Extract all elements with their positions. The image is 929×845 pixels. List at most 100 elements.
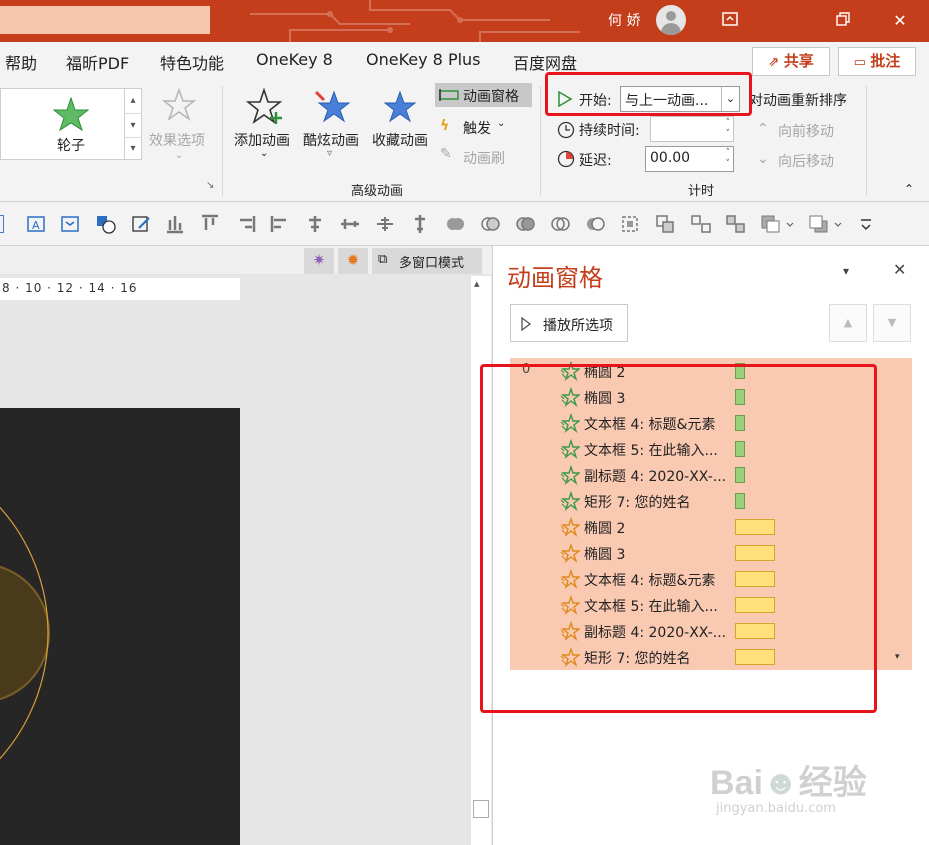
title-bar: 何 娇 ✕ (0, 0, 929, 42)
restore-icon[interactable] (830, 8, 856, 34)
pane-title: 动画窗格 (507, 264, 603, 292)
delay-clock-icon (557, 150, 575, 168)
align-left-icon[interactable] (270, 214, 290, 234)
ruler-labels: 8 · 10 · 12 · 14 · 16 (2, 281, 138, 295)
align-bottom-icon[interactable] (165, 214, 185, 234)
highlight-start-box (545, 72, 752, 116)
vertical-textbox-icon[interactable] (60, 214, 80, 234)
slide-canvas[interactable] (0, 408, 240, 845)
move-later-button[interactable]: 向后移动 (778, 151, 834, 171)
decorative-circuit-pattern (250, 0, 580, 42)
stepper-icon[interactable]: ˄ ˅ (726, 148, 731, 170)
align-top-icon[interactable] (200, 214, 220, 234)
chevron-down-icon[interactable]: ▾ (125, 113, 141, 137)
regroup-icon[interactable] (725, 214, 745, 234)
cool-animation-icon (314, 90, 351, 123)
cool-animation-button[interactable]: 酷炫动画 (303, 130, 359, 150)
collapse-ribbon-icon[interactable]: ⌃ (904, 182, 914, 196)
share-icon: ⇗ (768, 55, 784, 70)
avatar[interactable] (656, 5, 686, 35)
textbox-icon[interactable]: A (26, 214, 46, 234)
chevron-down-icon: ⌄ (757, 151, 769, 167)
effect-wheel-label[interactable]: 轮子 (57, 135, 85, 155)
play-selected-label: 播放所选项 (543, 318, 613, 334)
group-icon[interactable] (655, 214, 675, 234)
baidu-url-text: jingyan.baidu.com (716, 801, 836, 816)
subtract-shapes-icon[interactable] (585, 214, 605, 234)
bring-forward-icon[interactable] (760, 214, 796, 234)
menu-bar: 帮助 福昕PDF 特色功能 OneKey 8 OneKey 8 Plus 百度网… (0, 42, 929, 78)
pane-options-icon[interactable]: ▾ (843, 264, 849, 278)
close-icon[interactable]: ✕ (887, 8, 913, 34)
intersect-shapes-icon[interactable] (550, 214, 570, 234)
fragment-shapes-icon[interactable] (515, 214, 535, 234)
play-icon (521, 317, 531, 331)
effect-gallery: 轮子 (0, 88, 125, 160)
dialog-launcher-icon[interactable]: ↘ (206, 180, 214, 191)
animation-pane-button[interactable]: 动画窗格 (435, 83, 532, 107)
gear-icon[interactable]: ✹ (338, 248, 368, 274)
edit-shape-icon[interactable] (131, 214, 151, 234)
distribute-vertical-icon[interactable] (410, 214, 430, 234)
trigger-button[interactable]: 触发 (463, 118, 491, 138)
distribute-horizontal-icon[interactable] (340, 214, 360, 234)
align-right-icon[interactable] (236, 214, 256, 234)
favorite-animation-button[interactable]: 收藏动画 (372, 130, 428, 150)
highlight-list-box (480, 364, 877, 713)
share-button[interactable]: ⇗ 共享 (752, 47, 830, 76)
scroll-thumb[interactable] (473, 800, 489, 818)
move-up-button[interactable]: ▲ (829, 304, 867, 342)
chevron-up-icon[interactable]: ▴ (125, 89, 141, 113)
shape-icon[interactable] (0, 215, 4, 233)
slide-editing-area: ✷ ✹ ⧉ 多窗口模式 8 · 10 · 12 · 14 · 16 ▴ (0, 246, 492, 845)
gallery-scroll[interactable]: ▴ ▾ ▾ (124, 88, 142, 160)
effect-options-button[interactable]: 效果选项 (149, 130, 205, 150)
tab-baidu-netdisk[interactable]: 百度网盘 (513, 50, 577, 74)
toolbar-more-icon[interactable] (858, 214, 878, 234)
ribbon: 轮子 ▴ ▾ ▾ 效果选项 ⌄ ↘ 添加动画 ⌄ 酷炫动画 ▿ 收藏动画 动画窗… (0, 72, 929, 202)
title-text-field[interactable] (0, 6, 210, 34)
play-selected-button[interactable]: 播放所选项 (510, 304, 628, 342)
user-name: 何 娇 (608, 13, 641, 29)
selection-pane-icon[interactable] (620, 214, 640, 234)
multi-window-button[interactable]: ⧉ 多窗口模式 (372, 248, 482, 274)
tab-foxit-pdf[interactable]: 福昕PDF (66, 50, 129, 74)
send-backward-icon[interactable] (808, 214, 844, 234)
delay-input[interactable]: 00.00 ˄ ˅ (645, 146, 734, 172)
clock-icon (557, 121, 575, 139)
align-center-icon[interactable] (375, 214, 395, 234)
tab-onekey-8[interactable]: OneKey 8 (256, 50, 333, 69)
animation-painter-icon: ✎ (440, 146, 452, 162)
ribbon-display-icon[interactable] (717, 8, 743, 34)
chevron-down-icon[interactable]: ▿ (327, 148, 332, 159)
duration-input[interactable]: ˄ ˅ (650, 116, 734, 142)
shapes-icon[interactable] (95, 214, 116, 234)
list-scroll-down-icon[interactable]: ▾ (895, 652, 900, 662)
comment-button[interactable]: ▭ 批注 (838, 47, 916, 76)
chevron-down-icon[interactable]: ⌄ (260, 148, 268, 159)
combine-shapes-icon[interactable] (480, 214, 500, 234)
comment-icon: ▭ (853, 55, 871, 70)
align-middle-icon[interactable] (305, 214, 325, 234)
move-down-button[interactable]: ▼ (873, 304, 911, 342)
close-pane-icon[interactable]: ✕ (893, 260, 906, 279)
baidu-watermark: Bai☻经验 jingyan.baidu.com (710, 745, 880, 825)
view-toolbar: ✷ ✹ ⧉ 多窗口模式 (0, 246, 492, 274)
tab-special-features[interactable]: 特色功能 (160, 50, 224, 74)
stepper-icon[interactable]: ˄ ˅ (726, 118, 731, 140)
chevron-up-icon: ⌃ (757, 121, 769, 137)
tab-help[interactable]: 帮助 (5, 50, 37, 74)
scroll-up-icon[interactable]: ▴ (474, 277, 480, 290)
comment-label: 批注 (870, 52, 901, 70)
ungroup-icon[interactable] (690, 214, 711, 234)
chevron-down-icon[interactable]: ⌄ (497, 118, 505, 129)
move-earlier-button[interactable]: 向前移动 (778, 121, 834, 141)
animation-painter-button[interactable]: 动画刷 (463, 148, 505, 168)
delay-value: 00.00 (650, 150, 691, 166)
merge-shapes-icon[interactable] (445, 214, 465, 234)
effect-options-dropdown-icon[interactable]: ⌄ (175, 150, 183, 161)
gallery-more-icon[interactable]: ▾ (125, 137, 141, 159)
add-animation-button[interactable]: 添加动画 (234, 130, 290, 150)
tab-onekey-8-plus[interactable]: OneKey 8 Plus (366, 50, 481, 69)
magic-wand-icon[interactable]: ✷ (304, 248, 334, 274)
